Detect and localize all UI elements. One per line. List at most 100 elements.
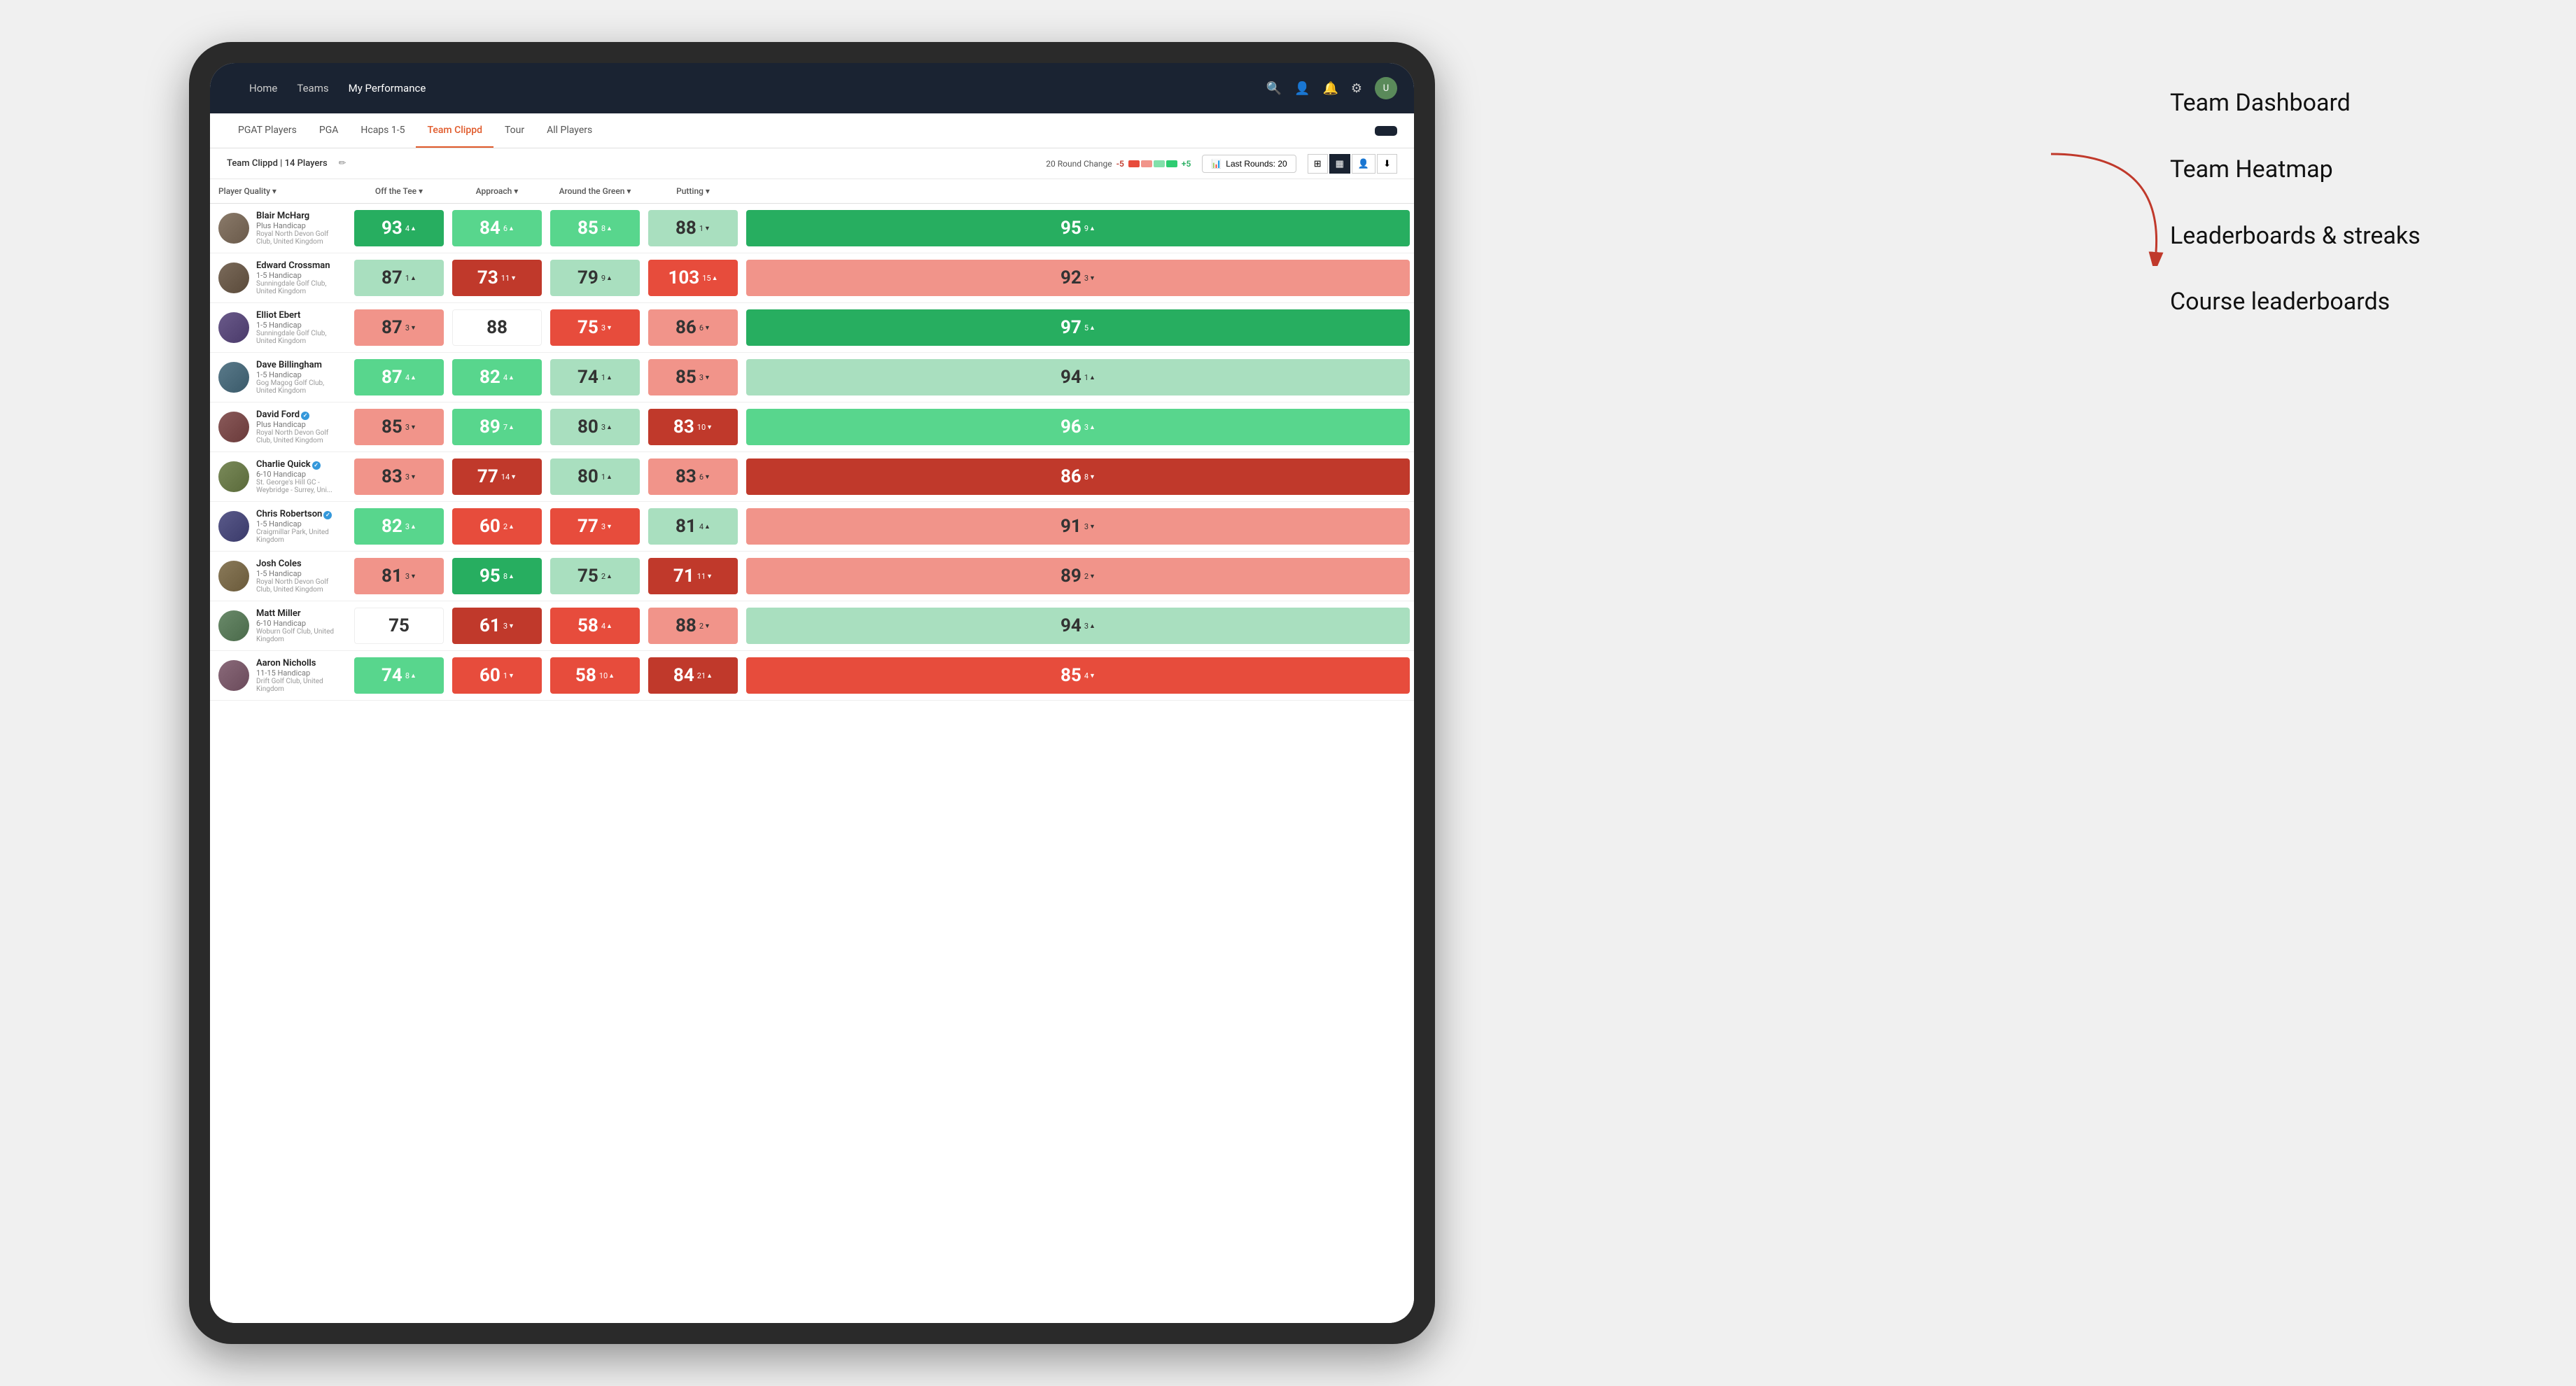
tab-pga[interactable]: PGA xyxy=(308,113,350,148)
stat-cell-quality: 83 3 xyxy=(350,452,448,502)
stat-box: 85 3 xyxy=(648,359,738,396)
col-header-off-tee[interactable]: Off the Tee ▾ xyxy=(350,179,448,204)
player-avatar xyxy=(218,213,249,244)
main-content: Player Quality ▾ Off the Tee ▾ Approach … xyxy=(210,179,1414,1323)
stat-box: 93 4 xyxy=(354,210,444,246)
stat-cell-off_tee: 60 2 xyxy=(448,502,546,552)
stat-change: 3 xyxy=(1084,274,1096,283)
stat-value: 85 xyxy=(578,218,598,239)
stat-box: 83 6 xyxy=(648,458,738,495)
user-icon[interactable]: 👤 xyxy=(1294,81,1310,96)
bar-red xyxy=(1128,160,1140,167)
table-row[interactable]: Edward Crossman 1-5 Handicap Sunningdale… xyxy=(210,253,1414,303)
player-avatar xyxy=(218,362,249,393)
table-row[interactable]: Elliot Ebert 1-5 Handicap Sunningdale Go… xyxy=(210,303,1414,353)
stat-value: 84 xyxy=(673,665,694,686)
table-row[interactable]: David Ford✓ Plus Handicap Royal North De… xyxy=(210,402,1414,452)
last-rounds-button[interactable]: 📊 Last Rounds: 20 xyxy=(1202,155,1296,173)
stat-box: 79 9 xyxy=(550,260,640,296)
bar-light-green xyxy=(1154,160,1165,167)
bell-icon[interactable]: 🔔 xyxy=(1322,81,1338,96)
table-row[interactable]: Dave Billingham 1-5 Handicap Gog Magog G… xyxy=(210,353,1414,402)
stat-value: 94 xyxy=(1060,615,1082,636)
stat-box: 103 15 xyxy=(648,260,738,296)
settings-icon[interactable]: ⚙ xyxy=(1351,81,1362,96)
stat-change: 3 xyxy=(601,323,612,332)
tab-team-clippd[interactable]: Team Clippd xyxy=(416,113,493,148)
last-rounds-label: Last Rounds: 20 xyxy=(1226,159,1287,169)
stat-change: 8 xyxy=(503,572,514,581)
stat-cell-off_tee: 60 1 xyxy=(448,651,546,701)
player-cell: Chris Robertson✓ 1-5 Handicap Craigmilla… xyxy=(210,502,350,551)
nav-link-teams[interactable]: Teams xyxy=(297,79,328,97)
col-header-player[interactable]: Player Quality ▾ xyxy=(210,179,350,204)
player-cell: Elliot Ebert 1-5 Handicap Sunningdale Go… xyxy=(210,303,350,352)
table-row[interactable]: Josh Coles 1-5 Handicap Royal North Devo… xyxy=(210,552,1414,601)
user-avatar[interactable]: U xyxy=(1375,77,1397,99)
search-icon[interactable]: 🔍 xyxy=(1266,81,1282,96)
player-avatar xyxy=(218,561,249,592)
tab-hcaps[interactable]: Hcaps 1-5 xyxy=(349,113,416,148)
nav-link-my-performance[interactable]: My Performance xyxy=(349,79,426,97)
stat-change: 3 xyxy=(601,423,612,432)
table-row[interactable]: Aaron Nicholls 11-15 Handicap Drift Golf… xyxy=(210,651,1414,701)
tab-tour[interactable]: Tour xyxy=(493,113,536,148)
stat-box: 85 8 xyxy=(550,210,640,246)
player-cell: Charlie Quick✓ 6-10 Handicap St. George'… xyxy=(210,452,350,501)
player-handicap: 1-5 Handicap xyxy=(256,569,342,578)
stat-change: 1 xyxy=(405,274,416,283)
stat-cell-putting: 86 8 xyxy=(742,452,1414,502)
view-person-button[interactable]: 👤 xyxy=(1352,154,1376,174)
edit-icon[interactable]: ✏ xyxy=(339,158,346,169)
nav-link-home[interactable]: Home xyxy=(249,79,277,97)
stat-value: 87 xyxy=(382,367,402,388)
player-handicap: Plus Handicap xyxy=(256,221,342,230)
stat-box: 86 6 xyxy=(648,309,738,346)
col-header-approach[interactable]: Approach ▾ xyxy=(448,179,546,204)
col-header-putting[interactable]: Putting ▾ xyxy=(644,179,742,204)
color-bar xyxy=(1128,160,1177,167)
bar-dark-green xyxy=(1166,160,1177,167)
annotation-item-4: Course leaderboards xyxy=(2170,269,2534,335)
stat-value: 94 xyxy=(1060,367,1082,388)
stat-box: 58 10 xyxy=(550,657,640,694)
stat-cell-around_green: 103 15 xyxy=(644,253,742,303)
stat-change: 2 xyxy=(503,522,514,531)
stat-box: 88 2 xyxy=(648,608,738,644)
player-name: David Ford✓ xyxy=(256,410,342,420)
round-change-info: 20 Round Change -5 +5 xyxy=(1046,159,1191,169)
table-row[interactable]: Matt Miller 6-10 Handicap Woburn Golf Cl… xyxy=(210,601,1414,651)
stat-change: 3 xyxy=(601,522,612,531)
stat-box: 77 14 xyxy=(452,458,542,495)
view-grid-button[interactable]: ⊞ xyxy=(1308,154,1328,174)
stat-change: 21 xyxy=(697,671,713,680)
view-download-button[interactable]: ⬇ xyxy=(1377,154,1397,174)
stat-value: 80 xyxy=(578,416,598,438)
last-rounds-icon: 📊 xyxy=(1211,159,1222,169)
navbar: Home Teams My Performance 🔍 👤 🔔 ⚙ U xyxy=(210,63,1414,113)
table-row[interactable]: Charlie Quick✓ 6-10 Handicap St. George'… xyxy=(210,452,1414,502)
player-name: Josh Coles xyxy=(256,559,342,569)
stat-cell-quality: 87 1 xyxy=(350,253,448,303)
stat-box: 60 1 xyxy=(452,657,542,694)
change-positive: +5 xyxy=(1182,159,1191,169)
stat-change: 3 xyxy=(699,373,710,382)
player-avatar xyxy=(218,610,249,641)
stat-cell-off_tee: 61 3 xyxy=(448,601,546,651)
table-row[interactable]: Chris Robertson✓ 1-5 Handicap Craigmilla… xyxy=(210,502,1414,552)
stat-value: 86 xyxy=(676,317,696,338)
stat-value: 87 xyxy=(382,317,402,338)
tab-pgat-players[interactable]: PGAT Players xyxy=(227,113,308,148)
stat-cell-approach: 58 10 xyxy=(546,651,644,701)
view-heatmap-button[interactable]: ▦ xyxy=(1329,154,1350,174)
stat-cell-around_green: 88 2 xyxy=(644,601,742,651)
col-header-around-green[interactable]: Around the Green ▾ xyxy=(546,179,644,204)
stat-value: 58 xyxy=(578,615,598,636)
stat-change: 7 xyxy=(503,423,514,432)
stat-box: 85 4 xyxy=(746,657,1410,694)
player-cell: Aaron Nicholls 11-15 Handicap Drift Golf… xyxy=(210,651,350,700)
tab-all-players[interactable]: All Players xyxy=(536,113,603,148)
stat-box: 94 1 xyxy=(746,359,1410,396)
add-team-button[interactable] xyxy=(1375,126,1397,136)
table-row[interactable]: Blair McHarg Plus Handicap Royal North D… xyxy=(210,204,1414,253)
